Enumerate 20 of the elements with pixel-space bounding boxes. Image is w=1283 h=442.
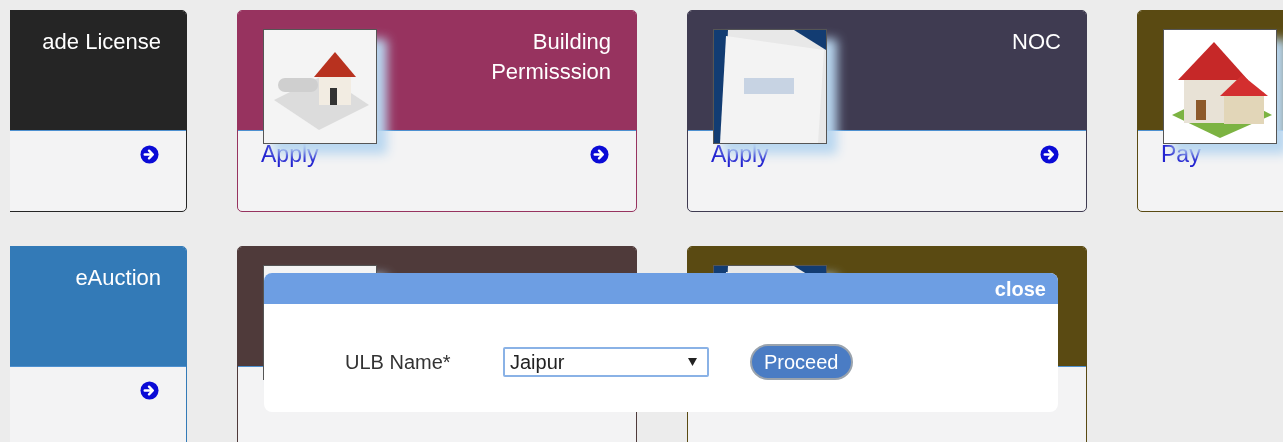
arrow-circle-icon[interactable] xyxy=(140,380,159,400)
tile-card[interactable]: ade License xyxy=(10,10,187,212)
tile-title: Building Permisssion xyxy=(490,28,611,86)
tile-title: NOC xyxy=(1011,28,1061,56)
tile-card[interactable]: Pay xyxy=(1137,10,1283,212)
tile-link[interactable]: Pay xyxy=(1161,140,1201,168)
tile-card[interactable]: Building Permisssion Apply xyxy=(237,10,637,212)
tile-link[interactable]: Apply xyxy=(711,140,769,168)
tile-card[interactable]: eAuction xyxy=(10,246,187,442)
tile-title: ade License xyxy=(41,28,161,56)
proceed-button[interactable]: Proceed xyxy=(750,344,853,380)
field-label: ULB Name* xyxy=(345,350,452,375)
tile-title: eAuction xyxy=(74,264,161,292)
arrow-circle-icon[interactable] xyxy=(590,144,609,164)
ulb-select[interactable]: Jaipur xyxy=(503,347,709,377)
tile-link[interactable]: Apply xyxy=(261,140,319,168)
dropdown-caret-icon xyxy=(688,358,697,366)
tile-card[interactable]: NOC Apply xyxy=(687,10,1087,212)
arrow-circle-icon[interactable] xyxy=(1040,144,1059,164)
arrow-circle-icon[interactable] xyxy=(140,144,159,164)
